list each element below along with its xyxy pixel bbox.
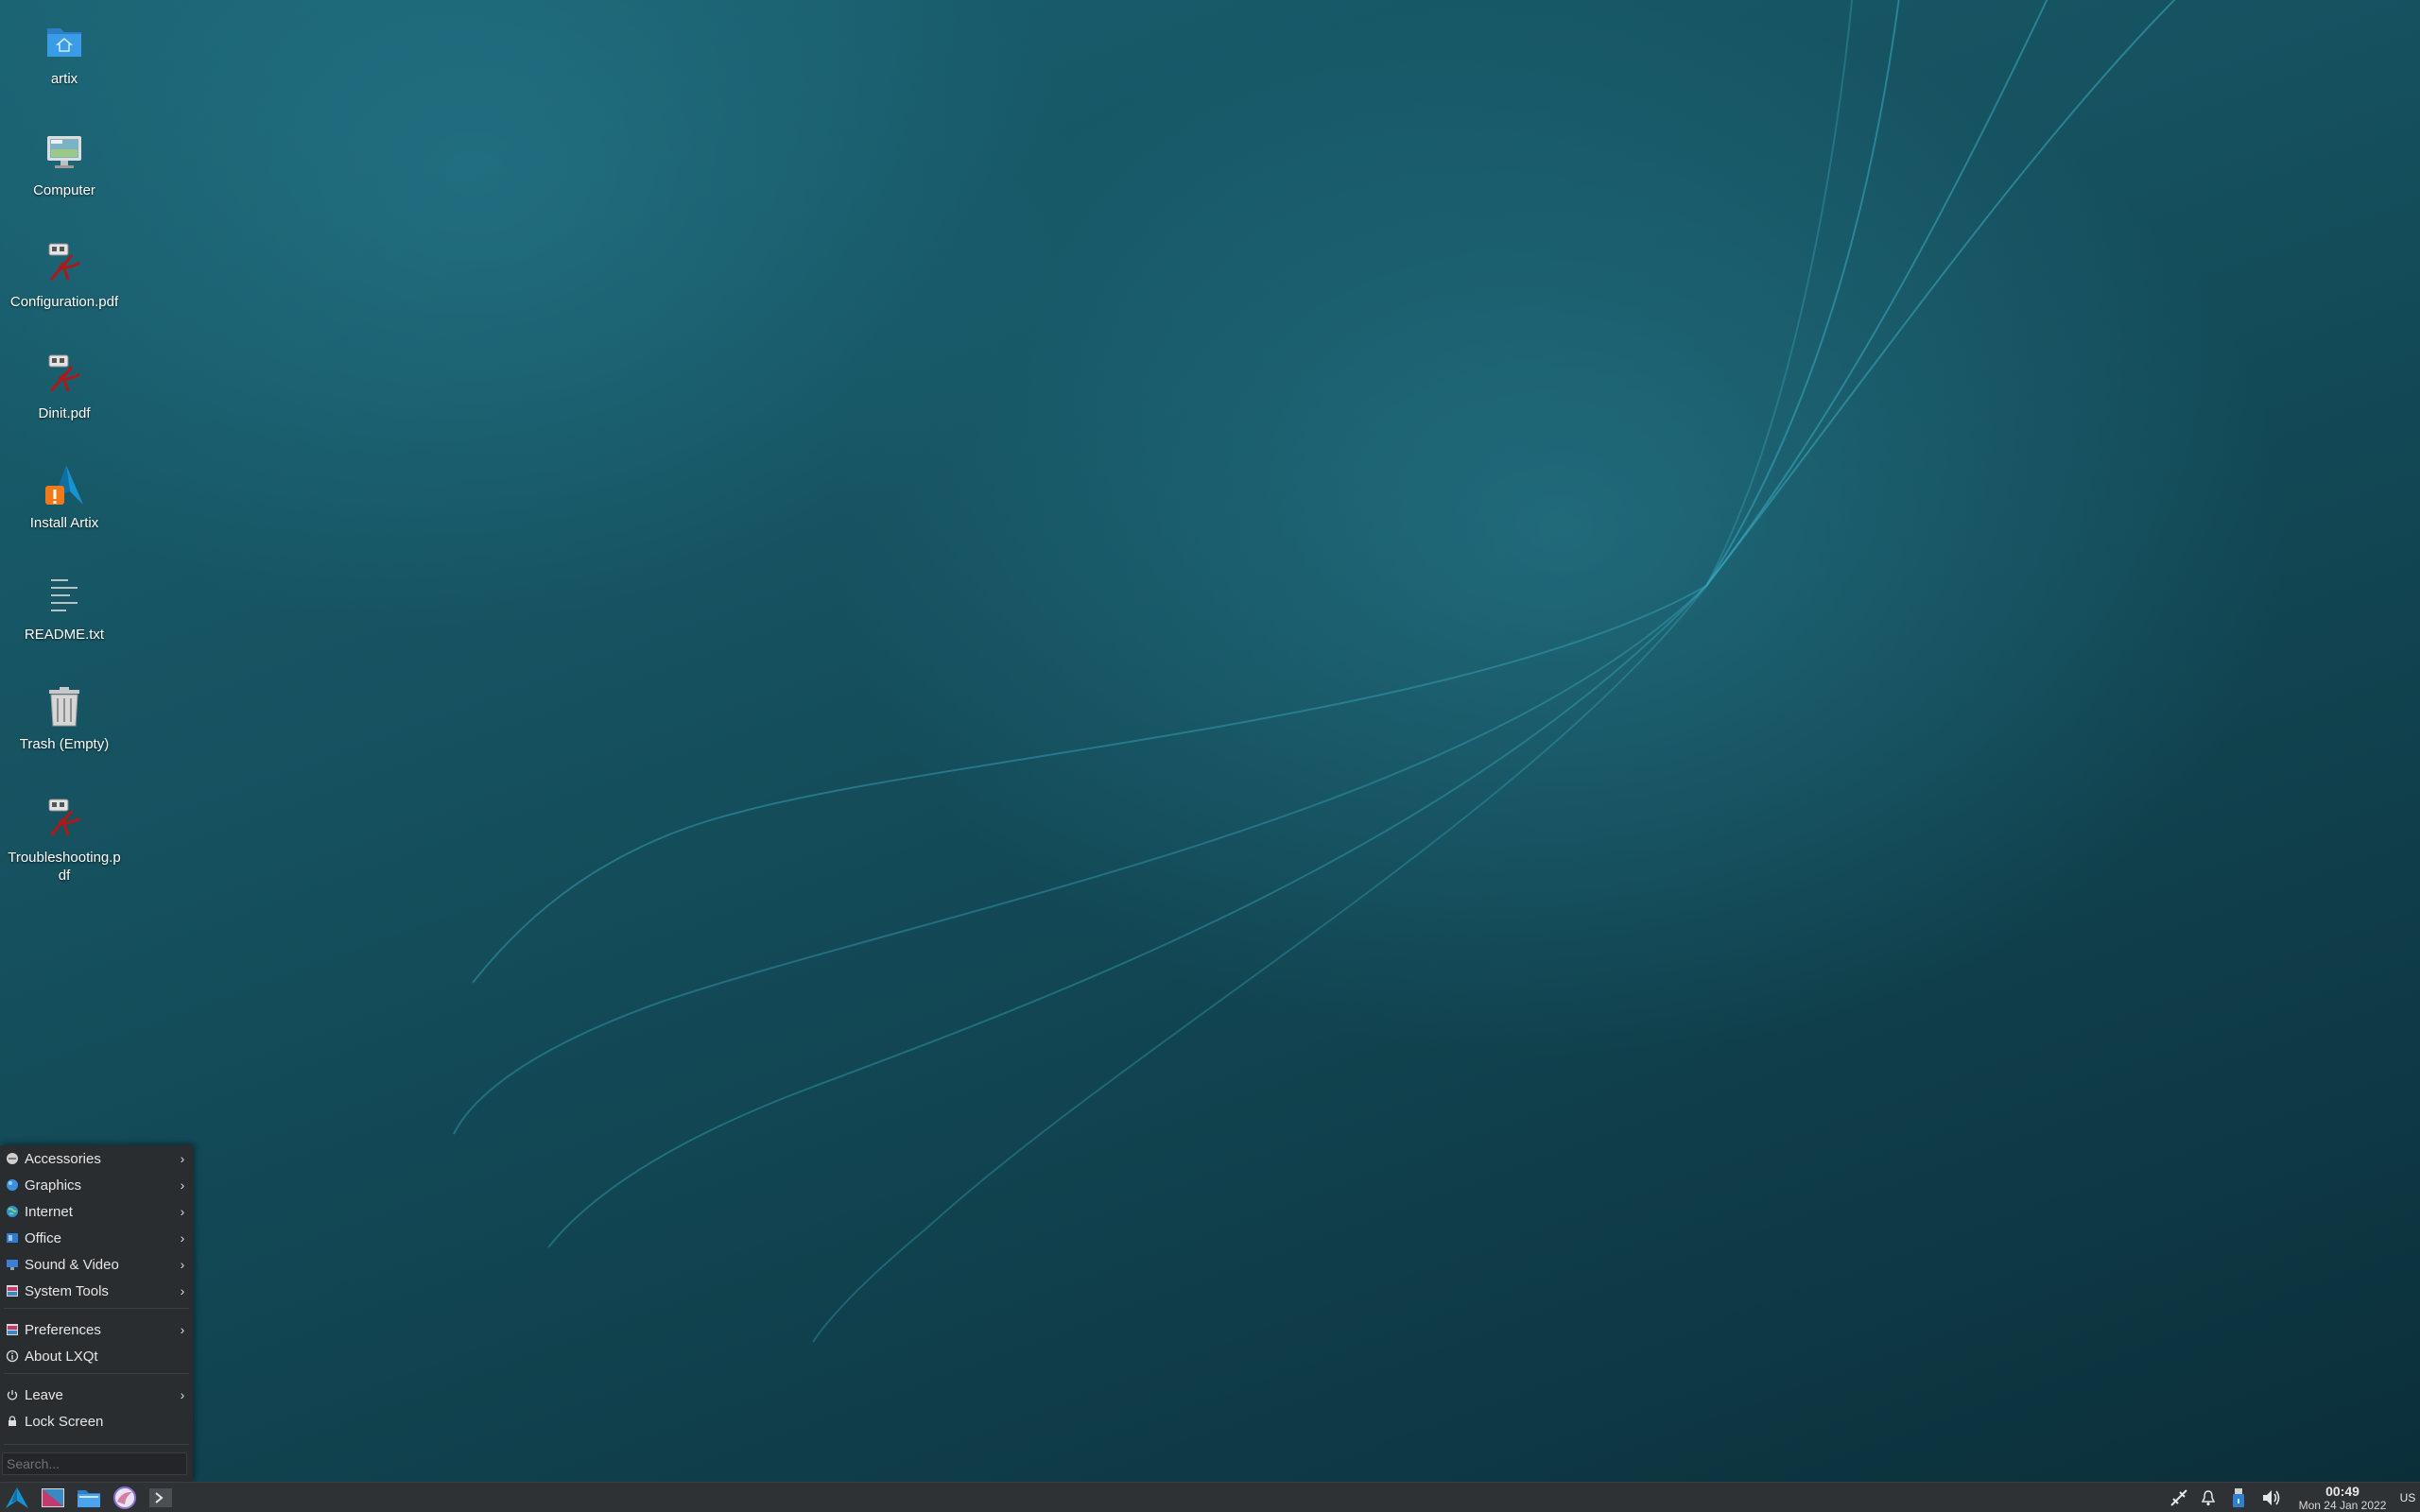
desktop-icon-label: README.txt <box>24 627 105 643</box>
internet-icon <box>7 1206 18 1217</box>
notifications-tray-button[interactable] <box>2197 1486 2220 1509</box>
chevron-right-icon: › <box>180 1283 185 1298</box>
desktop-icon-configuration-pdf[interactable]: Configuration.pdf <box>4 242 125 311</box>
text-file-icon <box>42 575 87 620</box>
pdf-icon <box>42 353 87 399</box>
pdf-icon <box>42 242 87 287</box>
menu-item-preferences[interactable]: Preferences › <box>0 1316 193 1343</box>
sound-video-icon <box>7 1260 18 1270</box>
menu-item-lock-screen[interactable]: Lock Screen <box>0 1408 193 1435</box>
menu-item-accessories[interactable]: Accessories › <box>0 1145 193 1172</box>
graphics-icon <box>7 1179 18 1191</box>
chevron-right-icon: › <box>180 1257 185 1272</box>
desktop-icon-dinit-pdf[interactable]: Dinit.pdf <box>4 353 125 422</box>
wallpaper-curves <box>453 0 2176 1343</box>
menu-item-office[interactable]: Office › <box>0 1225 193 1251</box>
start-menu: Accessories › Graphics › Internet › Offi… <box>0 1145 193 1482</box>
info-icon <box>6 1349 19 1363</box>
menu-item-label: Accessories <box>25 1150 101 1167</box>
file-manager-button[interactable] <box>76 1486 102 1510</box>
clock-date: Mon 24 Jan 2022 <box>2298 1499 2387 1512</box>
browser-button[interactable] <box>112 1486 138 1510</box>
file-manager-icon <box>78 1490 100 1507</box>
menu-item-label: Leave <box>25 1386 63 1403</box>
menu-item-label: System Tools <box>25 1282 109 1299</box>
power-icon <box>7 1390 18 1400</box>
desktop-icon-label: Dinit.pdf <box>38 405 91 421</box>
desktop-icon-install-artix[interactable]: Install Artix <box>4 463 125 532</box>
desktop-icon-readme-txt[interactable]: README.txt <box>4 575 125 644</box>
usb-device-icon <box>2233 1488 2244 1507</box>
chevron-right-icon: › <box>180 1177 185 1193</box>
settings-launcher-icon <box>42 1488 64 1507</box>
start-menu-button[interactable] <box>4 1486 30 1510</box>
notification-bell-icon <box>2201 1490 2216 1506</box>
desktop-icon-label: Computer <box>33 182 95 198</box>
taskbar: 00:49 Mon 24 Jan 2022 US <box>0 1482 2420 1512</box>
desktop-icon-computer[interactable]: Computer <box>4 130 125 199</box>
menu-item-label: Graphics <box>25 1177 82 1194</box>
desktop: artix Computer Configuration.pdf Dinit.p… <box>0 0 2420 1482</box>
menu-item-label: Internet <box>25 1203 73 1220</box>
menu-separator <box>4 1444 189 1445</box>
menu-item-label: Office <box>25 1229 61 1246</box>
desktop-icon-trash[interactable]: Trash (Empty) <box>4 684 125 753</box>
lock-icon <box>9 1416 16 1426</box>
office-icon <box>7 1233 18 1243</box>
menu-item-graphics[interactable]: Graphics › <box>0 1172 193 1198</box>
menu-item-sound-video[interactable]: Sound & Video › <box>0 1251 193 1278</box>
desktop-icon-artix[interactable]: artix <box>4 19 125 88</box>
menu-item-label: About LXQt <box>25 1348 98 1365</box>
menu-item-about-lxqt[interactable]: About LXQt <box>0 1343 193 1369</box>
clock-time: 00:49 <box>2325 1484 2360 1499</box>
usb-device-tray-button[interactable] <box>2227 1486 2250 1509</box>
artix-menu-icon <box>6 1487 28 1508</box>
menu-item-leave[interactable]: Leave › <box>0 1382 193 1408</box>
preferences-icon <box>7 1324 18 1335</box>
network-tray-button[interactable] <box>2167 1486 2191 1509</box>
system-tools-icon <box>7 1285 18 1297</box>
accessories-icon <box>7 1153 18 1164</box>
terminal-icon <box>149 1488 172 1507</box>
browser-icon <box>113 1486 136 1509</box>
menu-item-system-tools[interactable]: System Tools › <box>0 1278 193 1304</box>
settings-launcher-button[interactable] <box>40 1486 66 1510</box>
clock[interactable]: 00:49 Mon 24 Jan 2022 <box>2288 1485 2397 1512</box>
chevron-right-icon: › <box>180 1204 185 1219</box>
menu-item-label: Lock Screen <box>25 1413 104 1430</box>
desktop-icon-label: artix <box>50 71 78 87</box>
menu-item-label: Preferences <box>25 1321 101 1338</box>
pdf-icon <box>42 798 87 843</box>
menu-item-label: Sound & Video <box>25 1256 119 1273</box>
desktop-icon-label: Trash (Empty) <box>19 736 110 752</box>
chevron-right-icon: › <box>180 1322 185 1337</box>
desktop-icon-label: Configuration.pdf <box>9 294 119 310</box>
network-icon <box>2170 1489 2187 1506</box>
menu-search-input[interactable] <box>2 1452 187 1475</box>
terminal-button[interactable] <box>147 1486 174 1510</box>
trash-icon <box>42 684 87 730</box>
computer-icon <box>42 130 87 176</box>
volume-icon <box>2263 1490 2280 1505</box>
chevron-right-icon: › <box>180 1387 185 1402</box>
desktop-icon-label: Install Artix <box>29 515 99 531</box>
desktop-icon-label: Troubleshooting.pdf <box>8 850 121 884</box>
home-folder-icon <box>42 19 87 64</box>
chevron-right-icon: › <box>180 1151 185 1166</box>
desktop-icon-troubleshooting-pdf[interactable]: Troubleshooting.pdf <box>4 798 125 885</box>
menu-item-internet[interactable]: Internet › <box>0 1198 193 1225</box>
keyboard-layout-indicator[interactable]: US <box>2397 1491 2418 1504</box>
menu-separator <box>4 1373 189 1374</box>
chevron-right-icon: › <box>180 1230 185 1246</box>
menu-separator <box>4 1308 189 1309</box>
volume-tray-button[interactable] <box>2259 1486 2284 1509</box>
installer-icon <box>42 463 87 508</box>
